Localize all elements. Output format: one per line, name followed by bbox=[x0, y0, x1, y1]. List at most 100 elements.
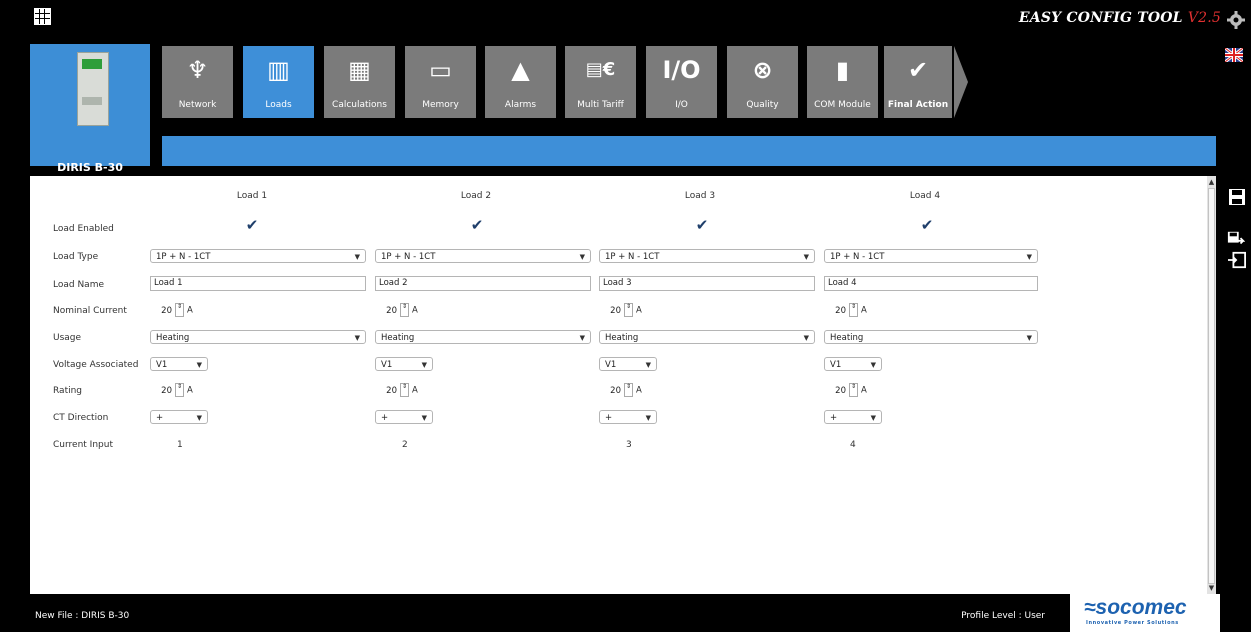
logo-tagline: Innovative Power Solutions bbox=[1086, 620, 1179, 626]
select-value: Heating bbox=[381, 333, 415, 343]
tab-quality[interactable]: ⊗ Quality bbox=[727, 46, 798, 118]
tab-loads[interactable]: ▥ Loads bbox=[243, 46, 314, 118]
load-1-ct-select[interactable]: + ▼ bbox=[150, 410, 208, 424]
loads-bar-icon: ▥ bbox=[267, 56, 290, 84]
tab-com-module[interactable]: ▮ COM Module bbox=[807, 46, 878, 118]
top-bar: EASY CONFIG TOOL V2.5 DIRIS B-30 ♆ Netwo… bbox=[0, 0, 1251, 176]
load-1-usage-select[interactable]: Heating ▼ bbox=[150, 330, 366, 344]
stepper-value: 20 bbox=[161, 385, 172, 396]
select-value: 1P + N - 1CT bbox=[605, 252, 660, 262]
chevron-down-icon: ▼ bbox=[354, 334, 360, 342]
load-1-type-select[interactable]: 1P + N - 1CT ▼ bbox=[150, 249, 366, 263]
stepper-arrows-icon[interactable]: ⇕ bbox=[175, 383, 184, 397]
scroll-thumb[interactable] bbox=[1208, 188, 1215, 584]
load-1-name-input[interactable]: Load 1 bbox=[150, 276, 366, 291]
chevron-down-icon: ▼ bbox=[803, 334, 809, 342]
load-2-usage-select[interactable]: Heating ▼ bbox=[375, 330, 591, 344]
load-2-header: Load 2 bbox=[460, 191, 492, 201]
chevron-down-icon: ▼ bbox=[1026, 334, 1032, 342]
device-name: DIRIS B-30 bbox=[57, 161, 123, 174]
select-value: + bbox=[156, 413, 164, 423]
tab-label: COM Module bbox=[814, 100, 871, 110]
com-module-icon: ▮ bbox=[835, 56, 850, 84]
stepper-arrows-icon[interactable]: ⇕ bbox=[624, 303, 633, 317]
load-4-header: Load 4 bbox=[909, 191, 941, 201]
tab-label: Network bbox=[178, 100, 217, 110]
unit-label: A bbox=[861, 305, 867, 316]
load-1-rating-stepper[interactable]: 20 ⇕ A bbox=[150, 383, 193, 397]
load-4-type-select[interactable]: 1P + N - 1CT ▼ bbox=[824, 249, 1038, 263]
tab-alarms[interactable]: ▲ Alarms bbox=[485, 46, 556, 118]
company-logo: ≈socomec Innovative Power Solutions bbox=[1070, 594, 1220, 632]
load-2-voltage-select[interactable]: V1 ▼ bbox=[375, 357, 433, 371]
unit-label: A bbox=[412, 385, 418, 396]
tab-final-action[interactable]: ✔ Final Action bbox=[884, 46, 968, 118]
load-4-name-input[interactable]: Load 4 bbox=[824, 276, 1038, 291]
checkmark-icon: ✔ bbox=[907, 56, 929, 84]
select-value: V1 bbox=[830, 360, 842, 370]
load-4-enabled-checkbox[interactable]: ✔ bbox=[920, 218, 934, 233]
load-2-nominal-stepper[interactable]: 20 ⇕ A bbox=[375, 303, 418, 317]
quality-wave-icon: ⊗ bbox=[752, 56, 773, 84]
chevron-down-icon: ▼ bbox=[354, 253, 360, 261]
load-1-voltage-select[interactable]: V1 ▼ bbox=[150, 357, 208, 371]
settings-gear-icon[interactable] bbox=[1227, 11, 1245, 29]
export-save-icon[interactable] bbox=[1227, 230, 1245, 248]
load-1-enabled-checkbox[interactable]: ✔ bbox=[245, 218, 259, 233]
stepper-arrows-icon[interactable]: ⇕ bbox=[849, 383, 858, 397]
stepper-value: 20 bbox=[835, 305, 846, 316]
app-grid-icon[interactable] bbox=[34, 8, 51, 25]
select-value: 1P + N - 1CT bbox=[381, 252, 436, 262]
tab-network[interactable]: ♆ Network bbox=[162, 46, 233, 118]
stepper-value: 20 bbox=[835, 385, 846, 396]
stepper-value: 20 bbox=[386, 385, 397, 396]
tab-label: Memory bbox=[422, 100, 459, 110]
label-load-type: Load Type bbox=[53, 252, 99, 262]
load-2-ct-select[interactable]: + ▼ bbox=[375, 410, 433, 424]
load-2-name-input[interactable]: Load 2 bbox=[375, 276, 591, 291]
load-2-rating-stepper[interactable]: 20 ⇕ A bbox=[375, 383, 418, 397]
unit-label: A bbox=[861, 385, 867, 396]
stepper-arrows-icon[interactable]: ⇕ bbox=[849, 303, 858, 317]
stepper-arrows-icon[interactable]: ⇕ bbox=[400, 383, 409, 397]
save-icon[interactable] bbox=[1228, 188, 1246, 206]
load-3-enabled-checkbox[interactable]: ✔ bbox=[695, 218, 709, 233]
load-4-rating-stepper[interactable]: 20 ⇕ A bbox=[824, 383, 867, 397]
load-3-rating-stepper[interactable]: 20 ⇕ A bbox=[599, 383, 642, 397]
tab-memory[interactable]: ▭ Memory bbox=[405, 46, 476, 118]
select-value: V1 bbox=[381, 360, 393, 370]
app-title: EASY CONFIG TOOL V2.5 bbox=[1019, 10, 1221, 26]
tab-label: Final Action bbox=[887, 100, 949, 110]
scroll-up-arrow-icon[interactable]: ▲ bbox=[1207, 177, 1216, 187]
load-1-nominal-stepper[interactable]: 20 ⇕ A bbox=[150, 303, 193, 317]
send-to-device-icon[interactable] bbox=[1228, 251, 1246, 269]
label-rating: Rating bbox=[53, 386, 83, 396]
load-3-ct-select[interactable]: + ▼ bbox=[599, 410, 657, 424]
stepper-value: 20 bbox=[161, 305, 172, 316]
stepper-arrows-icon[interactable]: ⇕ bbox=[175, 303, 184, 317]
load-3-type-select[interactable]: 1P + N - 1CT ▼ bbox=[599, 249, 815, 263]
stepper-value: 20 bbox=[386, 305, 397, 316]
tab-io[interactable]: I/O I/O bbox=[646, 46, 717, 118]
load-4-usage-select[interactable]: Heating ▼ bbox=[824, 330, 1038, 344]
tab-multi-tariff[interactable]: ▤€ Multi Tariff bbox=[565, 46, 636, 118]
load-2-type-select[interactable]: 1P + N - 1CT ▼ bbox=[375, 249, 591, 263]
stepper-arrows-icon[interactable]: ⇕ bbox=[400, 303, 409, 317]
load-3-voltage-select[interactable]: V1 ▼ bbox=[599, 357, 657, 371]
load-4-voltage-select[interactable]: V1 ▼ bbox=[824, 357, 882, 371]
load-3-nominal-stepper[interactable]: 20 ⇕ A bbox=[599, 303, 642, 317]
scroll-down-arrow-icon[interactable]: ▼ bbox=[1207, 583, 1216, 593]
load-2-enabled-checkbox[interactable]: ✔ bbox=[470, 218, 484, 233]
load-4-nominal-stepper[interactable]: 20 ⇕ A bbox=[824, 303, 867, 317]
stepper-arrows-icon[interactable]: ⇕ bbox=[624, 383, 633, 397]
load-3-name-input[interactable]: Load 3 bbox=[599, 276, 815, 291]
language-flag-icon[interactable] bbox=[1225, 48, 1243, 62]
chevron-down-icon: ▼ bbox=[803, 253, 809, 261]
label-load-enabled: Load Enabled bbox=[53, 224, 114, 234]
vertical-scrollbar[interactable]: ▲ ▼ bbox=[1207, 176, 1216, 594]
chevron-down-icon: ▼ bbox=[421, 414, 427, 422]
tab-calculations[interactable]: ▦ Calculations bbox=[324, 46, 395, 118]
load-3-header: Load 3 bbox=[684, 191, 716, 201]
load-3-usage-select[interactable]: Heating ▼ bbox=[599, 330, 815, 344]
load-4-ct-select[interactable]: + ▼ bbox=[824, 410, 882, 424]
